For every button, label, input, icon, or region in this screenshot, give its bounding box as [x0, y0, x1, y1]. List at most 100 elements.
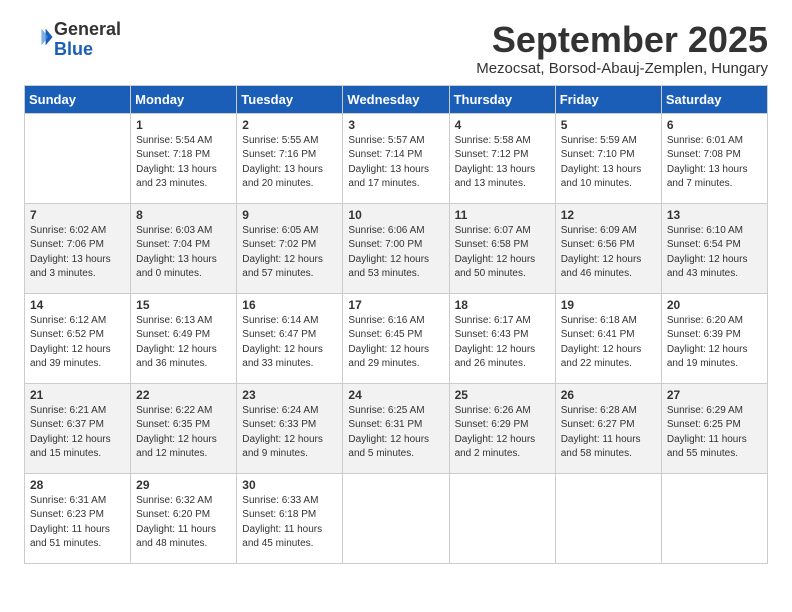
day-number: 24 — [348, 388, 443, 402]
day-number: 11 — [455, 208, 550, 222]
day-info: Sunrise: 6:20 AM Sunset: 6:39 PM Dayligh… — [667, 314, 762, 372]
day-number: 6 — [667, 118, 762, 132]
day-number: 14 — [30, 298, 125, 312]
month-title: September 2025 — [476, 20, 768, 60]
day-info: Sunrise: 5:55 AM Sunset: 7:16 PM Dayligh… — [242, 134, 337, 192]
logo-blue: Blue — [54, 39, 93, 59]
day-cell: 19 Sunrise: 6:18 AM Sunset: 6:41 PM Dayli… — [555, 293, 661, 383]
day-cell: 3Sunrise: 5:57 AM Sunset: 7:14 PM Daylig… — [343, 113, 449, 203]
logo: GeneralBlue — [24, 20, 121, 60]
day-cell: 25Sunrise: 6:26 AM Sunset: 6:29 PM Dayli… — [449, 383, 555, 473]
header-cell-sunday: Sunday — [25, 85, 131, 113]
header-cell-thursday: Thursday — [449, 85, 555, 113]
day-number: 15 — [136, 298, 231, 312]
day-cell: 7Sunrise: 6:02 AM Sunset: 7:06 PM Daylig… — [25, 203, 131, 293]
day-number: 19 — [561, 298, 656, 312]
day-cell: 11 Sunrise: 6:07 AM Sunset: 6:58 PM Dayli… — [449, 203, 555, 293]
day-cell: 30 Sunrise: 6:33 AM Sunset: 6:18 PM Dayli… — [237, 473, 343, 563]
day-cell: 20 Sunrise: 6:20 AM Sunset: 6:39 PM Dayli… — [661, 293, 767, 383]
day-number: 21 — [30, 388, 125, 402]
day-cell: 24 Sunrise: 6:25 AM Sunset: 6:31 PM Dayli… — [343, 383, 449, 473]
day-cell — [449, 473, 555, 563]
header-cell-tuesday: Tuesday — [237, 85, 343, 113]
logo-icon — [26, 23, 54, 51]
day-cell: 28 Sunrise: 6:31 AM Sunset: 6:23 PM Dayli… — [25, 473, 131, 563]
day-number: 22 — [136, 388, 231, 402]
day-info: Sunrise: 6:14 AM Sunset: 6:47 PM Dayligh… — [242, 314, 337, 372]
day-number: 30 — [242, 478, 337, 492]
day-cell: 2Sunrise: 5:55 AM Sunset: 7:16 PM Daylig… — [237, 113, 343, 203]
header-row: SundayMondayTuesdayWednesdayThursdayFrid… — [25, 85, 768, 113]
day-cell: 4 Sunrise: 5:58 AM Sunset: 7:12 PM Daylig… — [449, 113, 555, 203]
day-info: Sunrise: 6:09 AM Sunset: 6:56 PM Dayligh… — [561, 224, 656, 282]
day-info: Sunrise: 6:28 AM Sunset: 6:27 PM Dayligh… — [561, 404, 656, 462]
day-number: 28 — [30, 478, 125, 492]
day-cell: 15 Sunrise: 6:13 AM Sunset: 6:49 PM Dayli… — [131, 293, 237, 383]
header-cell-saturday: Saturday — [661, 85, 767, 113]
day-cell: 26 Sunrise: 6:28 AM Sunset: 6:27 PM Dayli… — [555, 383, 661, 473]
day-info: Sunrise: 6:17 AM Sunset: 6:43 PM Dayligh… — [455, 314, 550, 372]
day-info: Sunrise: 6:16 AM Sunset: 6:45 PM Dayligh… — [348, 314, 443, 372]
day-number: 16 — [242, 298, 337, 312]
day-cell: 17 Sunrise: 6:16 AM Sunset: 6:45 PM Dayli… — [343, 293, 449, 383]
day-cell: 10Sunrise: 6:06 AM Sunset: 7:00 PM Dayli… — [343, 203, 449, 293]
day-info: Sunrise: 6:32 AM Sunset: 6:20 PM Dayligh… — [136, 494, 231, 552]
week-row-3: 14 Sunrise: 6:12 AM Sunset: 6:52 PM Dayli… — [25, 293, 768, 383]
day-cell — [343, 473, 449, 563]
day-info: Sunrise: 6:18 AM Sunset: 6:41 PM Dayligh… — [561, 314, 656, 372]
day-info: Sunrise: 6:31 AM Sunset: 6:23 PM Dayligh… — [30, 494, 125, 552]
day-info: Sunrise: 5:57 AM Sunset: 7:14 PM Dayligh… — [348, 134, 443, 192]
calendar-header: SundayMondayTuesdayWednesdayThursdayFrid… — [25, 85, 768, 113]
day-info: Sunrise: 5:59 AM Sunset: 7:10 PM Dayligh… — [561, 134, 656, 192]
day-number: 20 — [667, 298, 762, 312]
day-info: Sunrise: 5:58 AM Sunset: 7:12 PM Dayligh… — [455, 134, 550, 192]
day-cell: 27Sunrise: 6:29 AM Sunset: 6:25 PM Dayli… — [661, 383, 767, 473]
day-cell: 23 Sunrise: 6:24 AM Sunset: 6:33 PM Dayli… — [237, 383, 343, 473]
day-info: Sunrise: 6:05 AM Sunset: 7:02 PM Dayligh… — [242, 224, 337, 282]
day-cell — [25, 113, 131, 203]
calendar-body: 1Sunrise: 5:54 AM Sunset: 7:18 PM Daylig… — [25, 113, 768, 563]
day-number: 18 — [455, 298, 550, 312]
day-number: 13 — [667, 208, 762, 222]
title-area: September 2025 Mezocsat, Borsod-Abauj-Ze… — [476, 20, 768, 77]
day-info: Sunrise: 6:22 AM Sunset: 6:35 PM Dayligh… — [136, 404, 231, 462]
day-info: Sunrise: 6:01 AM Sunset: 7:08 PM Dayligh… — [667, 134, 762, 192]
day-number: 4 — [455, 118, 550, 132]
header-cell-monday: Monday — [131, 85, 237, 113]
day-info: Sunrise: 5:54 AM Sunset: 7:18 PM Dayligh… — [136, 134, 231, 192]
week-row-1: 1Sunrise: 5:54 AM Sunset: 7:18 PM Daylig… — [25, 113, 768, 203]
day-cell: 6 Sunrise: 6:01 AM Sunset: 7:08 PM Daylig… — [661, 113, 767, 203]
day-info: Sunrise: 6:07 AM Sunset: 6:58 PM Dayligh… — [455, 224, 550, 282]
day-number: 9 — [242, 208, 337, 222]
day-info: Sunrise: 6:12 AM Sunset: 6:52 PM Dayligh… — [30, 314, 125, 372]
day-number: 26 — [561, 388, 656, 402]
day-cell: 29 Sunrise: 6:32 AM Sunset: 6:20 PM Dayli… — [131, 473, 237, 563]
day-info: Sunrise: 6:21 AM Sunset: 6:37 PM Dayligh… — [30, 404, 125, 462]
day-info: Sunrise: 6:29 AM Sunset: 6:25 PM Dayligh… — [667, 404, 762, 462]
day-info: Sunrise: 6:25 AM Sunset: 6:31 PM Dayligh… — [348, 404, 443, 462]
day-number: 23 — [242, 388, 337, 402]
week-row-4: 21 Sunrise: 6:21 AM Sunset: 6:37 PM Dayli… — [25, 383, 768, 473]
day-number: 5 — [561, 118, 656, 132]
day-info: Sunrise: 6:06 AM Sunset: 7:00 PM Dayligh… — [348, 224, 443, 282]
day-cell: 14 Sunrise: 6:12 AM Sunset: 6:52 PM Dayli… — [25, 293, 131, 383]
day-info: Sunrise: 6:33 AM Sunset: 6:18 PM Dayligh… — [242, 494, 337, 552]
day-cell: 16 Sunrise: 6:14 AM Sunset: 6:47 PM Dayli… — [237, 293, 343, 383]
day-cell: 18 Sunrise: 6:17 AM Sunset: 6:43 PM Dayli… — [449, 293, 555, 383]
day-number: 7 — [30, 208, 125, 222]
location-subtitle: Mezocsat, Borsod-Abauj-Zemplen, Hungary — [476, 60, 768, 77]
day-cell: 8 Sunrise: 6:03 AM Sunset: 7:04 PM Daylig… — [131, 203, 237, 293]
day-info: Sunrise: 6:03 AM Sunset: 7:04 PM Dayligh… — [136, 224, 231, 282]
day-info: Sunrise: 6:13 AM Sunset: 6:49 PM Dayligh… — [136, 314, 231, 372]
day-number: 12 — [561, 208, 656, 222]
day-info: Sunrise: 6:24 AM Sunset: 6:33 PM Dayligh… — [242, 404, 337, 462]
day-cell: 21 Sunrise: 6:21 AM Sunset: 6:37 PM Dayli… — [25, 383, 131, 473]
day-cell: 9 Sunrise: 6:05 AM Sunset: 7:02 PM Daylig… — [237, 203, 343, 293]
header: GeneralBlue September 2025 Mezocsat, Bor… — [24, 20, 768, 77]
day-number: 8 — [136, 208, 231, 222]
day-number: 29 — [136, 478, 231, 492]
day-number: 17 — [348, 298, 443, 312]
day-cell: 5 Sunrise: 5:59 AM Sunset: 7:10 PM Daylig… — [555, 113, 661, 203]
logo-text: GeneralBlue — [54, 20, 121, 60]
day-cell: 1Sunrise: 5:54 AM Sunset: 7:18 PM Daylig… — [131, 113, 237, 203]
